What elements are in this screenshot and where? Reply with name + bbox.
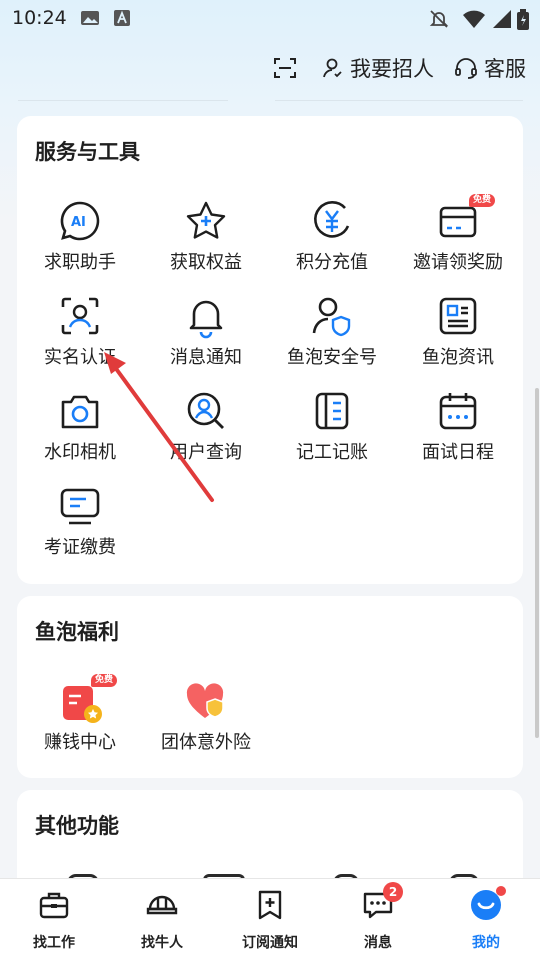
tile-safe-number[interactable]: 鱼泡安全号 [269, 293, 395, 383]
tile-real-name-auth[interactable]: 实名认证 [17, 293, 143, 383]
recruit-user-icon [323, 58, 342, 78]
tile-news[interactable]: 鱼泡资讯 [395, 293, 521, 383]
tile-work-ledger[interactable]: 记工记账 [269, 388, 395, 478]
user-search-icon [187, 392, 224, 429]
tile-label: 实名认证 [44, 347, 116, 368]
status-bar: 10:24 [0, 0, 540, 40]
nav-messages[interactable]: 消息 [324, 879, 432, 961]
yuan-coin-icon [314, 201, 350, 238]
bell-icon [189, 300, 223, 339]
nav-label: 我的 [472, 935, 500, 951]
tile-label: 团体意外险 [161, 732, 251, 753]
top-actions: 我要招人 客服 [272, 50, 526, 86]
recruit-label: 我要招人 [350, 57, 434, 81]
scrollbar[interactable] [535, 388, 539, 738]
scan-icon[interactable] [272, 55, 298, 81]
message-count-badge: 2 [383, 882, 403, 902]
nav-mine[interactable]: 我的 [432, 879, 540, 961]
tile-label: 记工记账 [296, 442, 368, 463]
other-functions-title: 其他功能 [35, 814, 119, 838]
face-scan-icon [61, 297, 99, 335]
headset-icon [455, 58, 477, 79]
wifi-icon [463, 10, 485, 28]
mute-icon [429, 10, 449, 28]
tile-label: 赚钱中心 [44, 732, 116, 753]
tile-label: 鱼泡资讯 [422, 347, 494, 368]
free-badge: 免费 [469, 194, 496, 207]
helmet-icon [146, 895, 178, 915]
nav-find-talent[interactable]: 找牛人 [108, 879, 216, 961]
customer-service-button[interactable]: 客服 [454, 53, 526, 83]
notification-dot [496, 886, 506, 896]
tile-user-query[interactable]: 用户查询 [143, 388, 269, 478]
ledger-icon [315, 392, 349, 430]
tile-cert-payment[interactable]: 考证缴费 [17, 483, 143, 573]
divider [275, 100, 523, 101]
briefcase-icon [39, 892, 69, 919]
tile-label: 用户查询 [170, 442, 242, 463]
welfare-title: 鱼泡福利 [35, 620, 119, 644]
status-time: 10:24 [12, 7, 67, 29]
tile-label: 积分充值 [296, 252, 368, 273]
tile-invite-reward[interactable]: 免费 邀请领奖励 [395, 194, 521, 288]
tile-get-benefits[interactable]: 获取权益 [143, 198, 269, 288]
battery-icon [517, 9, 529, 30]
welfare-card: 鱼泡福利 免费 赚钱中心 团体意外险 [17, 596, 523, 778]
nav-find-job[interactable]: 找工作 [0, 879, 108, 961]
tile-watermark-camera[interactable]: 水印相机 [17, 388, 143, 478]
nav-subscribe[interactable]: 订阅通知 [216, 879, 324, 961]
tile-message-notify[interactable]: 消息通知 [143, 293, 269, 383]
tile-job-assistant[interactable]: AI 求职助手 [17, 198, 143, 288]
image-notification-icon [81, 11, 99, 25]
tile-label: 消息通知 [170, 347, 242, 368]
tile-group-insurance[interactable]: 团体意外险 [143, 678, 269, 768]
service-tools-card: 服务与工具 AI 求职助手 获取权益 积分充值 免费 邀请领奖励 实名认证 消息… [17, 116, 523, 584]
monitor-icon [60, 488, 100, 525]
free-badge: 免费 [91, 674, 118, 687]
tile-label: 考证缴费 [44, 537, 116, 558]
heart-shield-icon [186, 683, 224, 718]
news-icon [439, 297, 477, 335]
nav-label: 订阅通知 [242, 935, 298, 951]
signal-icon [493, 10, 511, 28]
tile-interview-schedule[interactable]: 面试日程 [395, 388, 521, 478]
tile-label: 鱼泡安全号 [287, 347, 377, 368]
nav-label: 找牛人 [141, 935, 183, 951]
tile-points-recharge[interactable]: 积分充值 [269, 198, 395, 288]
bookmark-plus-icon [258, 890, 282, 920]
nav-label: 消息 [364, 935, 392, 951]
ai-chat-icon: AI [60, 201, 100, 241]
camera-icon [61, 395, 99, 429]
service-tools-title: 服务与工具 [35, 140, 140, 164]
star-plus-icon [186, 201, 226, 239]
tile-label: 邀请领奖励 [413, 252, 503, 273]
svg-text:AI: AI [71, 215, 86, 230]
tile-label: 面试日程 [422, 442, 494, 463]
tile-label: 求职助手 [44, 252, 116, 273]
user-shield-icon [312, 297, 351, 337]
nav-label: 找工作 [33, 935, 75, 951]
recruit-button[interactable]: 我要招人 [322, 53, 434, 83]
calendar-icon [439, 393, 477, 430]
service-label: 客服 [484, 57, 526, 81]
text-notification-icon [114, 10, 130, 26]
tile-label: 获取权益 [170, 252, 242, 273]
bottom-nav: 找工作 找牛人 订阅通知 消息 我的 [0, 878, 540, 961]
divider [18, 100, 228, 101]
tile-label: 水印相机 [44, 442, 116, 463]
tile-earn-center[interactable]: 免费 赚钱中心 [17, 674, 143, 768]
